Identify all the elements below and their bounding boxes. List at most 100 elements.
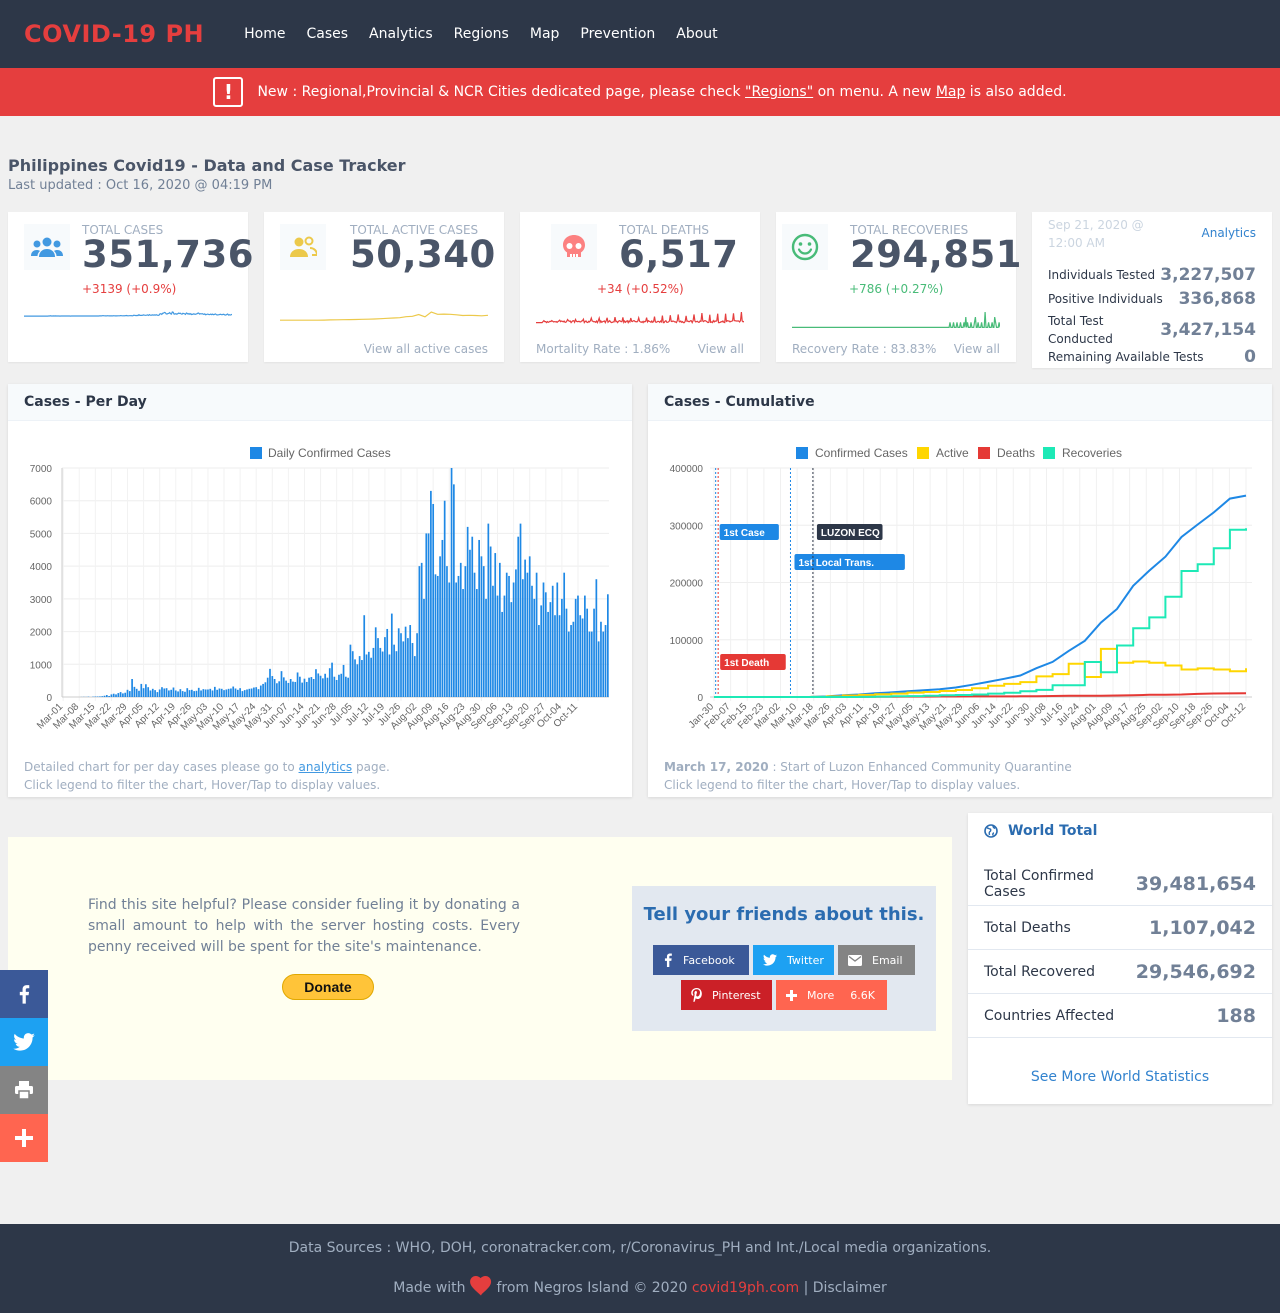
- bar: [577, 595, 579, 697]
- y-tick-label: 200000: [670, 579, 704, 590]
- bar: [498, 562, 501, 697]
- share-twitter-button[interactable]: Twitter: [753, 945, 834, 975]
- twitter-icon: [763, 954, 777, 966]
- bar: [135, 688, 138, 697]
- annotation-label: LUZON ECQ: [821, 528, 880, 539]
- bar: [503, 595, 506, 697]
- nav-home[interactable]: Home: [244, 26, 285, 42]
- announcement-banner: ! New : Regional,Provincial & NCR Cities…: [0, 68, 1280, 116]
- bar: [450, 468, 453, 697]
- view-all-active-link[interactable]: View all active cases: [364, 342, 488, 356]
- bar: [400, 633, 402, 697]
- bar: [593, 608, 595, 697]
- donate-button[interactable]: Donate: [282, 974, 374, 1000]
- share-facebook-button[interactable]: Facebook: [653, 945, 749, 975]
- share-more-button[interactable]: More 6.6K: [776, 980, 887, 1010]
- bar: [370, 657, 372, 697]
- bar: [607, 594, 609, 697]
- side-facebook-button[interactable]: [0, 970, 48, 1018]
- nav-prevention[interactable]: Prevention: [580, 26, 655, 42]
- bar: [538, 625, 540, 697]
- navbar: COVID-19 PH Home Cases Analytics Regions…: [0, 0, 1280, 68]
- bar: [122, 693, 124, 697]
- side-twitter-button[interactable]: [0, 1018, 48, 1066]
- nav-cases[interactable]: Cases: [306, 26, 348, 42]
- total-recoveries-card: TOTAL RECOVERIES 294,851 +786 (+0.27%) R…: [776, 212, 1022, 362]
- regions-link[interactable]: "Regions": [745, 84, 813, 100]
- separator: |: [803, 1280, 809, 1296]
- bar: [604, 625, 607, 697]
- view-all-deaths-link[interactable]: View all: [698, 342, 744, 356]
- bar: [253, 687, 255, 697]
- footer-hint: Click legend to filter the chart, Hover/…: [24, 778, 381, 792]
- bar: [565, 608, 568, 697]
- brand-logo[interactable]: COVID-19 PH: [24, 20, 204, 48]
- bar: [186, 688, 189, 697]
- side-print-button[interactable]: [0, 1066, 48, 1114]
- bar: [285, 680, 287, 697]
- bar: [377, 638, 379, 697]
- bar: [262, 683, 264, 697]
- share-label: Pinterest: [712, 988, 761, 1002]
- email-icon: [848, 954, 862, 966]
- bar: [547, 611, 549, 697]
- bar: [443, 500, 446, 697]
- bar: [480, 556, 483, 697]
- map-link[interactable]: Map: [936, 84, 966, 100]
- bar: [147, 687, 150, 697]
- bar: [128, 691, 131, 697]
- bar: [119, 692, 122, 697]
- tests-analytics-link[interactable]: Analytics: [1202, 226, 1257, 240]
- panel-footer: Detailed chart for per day cases please …: [24, 758, 390, 794]
- bar: [602, 631, 605, 697]
- nav-analytics[interactable]: Analytics: [369, 26, 433, 42]
- bar: [446, 566, 448, 697]
- view-all-recoveries-link[interactable]: View all: [954, 342, 1000, 356]
- bar: [232, 686, 235, 697]
- bar: [542, 582, 545, 697]
- y-tick-label: 4000: [30, 562, 53, 573]
- share-pinterest-button[interactable]: Pinterest: [681, 980, 772, 1010]
- bar: [181, 691, 184, 697]
- bar: [154, 690, 156, 697]
- from-text: from Negros Island © 2020: [496, 1280, 688, 1296]
- nav-about[interactable]: About: [676, 26, 717, 42]
- per-day-chart[interactable]: Daily Confirmed Cases 0 1000 2000 3000 4000 50…: [8, 421, 632, 756]
- bar: [319, 675, 322, 697]
- stat-change: +3139 (+0.9%): [82, 282, 177, 296]
- chart-legend[interactable]: Confirmed Cases Active Deaths Recoveries: [796, 446, 1122, 460]
- analytics-link[interactable]: analytics: [299, 760, 353, 774]
- bar: [305, 681, 308, 697]
- bar: [101, 696, 104, 697]
- bar: [149, 690, 152, 697]
- y-tick-label: 7000: [30, 464, 53, 475]
- bar: [526, 572, 529, 697]
- disclaimer-link[interactable]: Disclaimer: [813, 1280, 887, 1296]
- bar: [177, 691, 179, 697]
- tests-row: Individuals Tested 3,227,507: [1048, 265, 1256, 285]
- world-row: Total Confirmed Cases 39,481,654: [968, 862, 1272, 906]
- bar: [430, 490, 432, 697]
- side-more-button[interactable]: [0, 1114, 48, 1162]
- chart-legend[interactable]: Daily Confirmed Cases: [250, 446, 391, 460]
- data-sources: Data Sources : WHO, DOH, coronatracker.c…: [288, 1240, 992, 1256]
- nav-map[interactable]: Map: [530, 26, 560, 42]
- bar: [342, 664, 345, 697]
- bar: [193, 691, 196, 697]
- nav-regions[interactable]: Regions: [454, 26, 509, 42]
- share-email-button[interactable]: Email: [838, 945, 915, 975]
- last-updated: Last updated : Oct 16, 2020 @ 04:19 PM: [8, 178, 273, 193]
- site-link[interactable]: covid19ph.com: [692, 1280, 799, 1296]
- bar: [453, 484, 455, 697]
- bar: [478, 539, 480, 697]
- bar: [99, 696, 101, 697]
- per-day-panel: Cases - Per Day Daily Confirmed Cases 0 10…: [8, 384, 632, 797]
- bar: [544, 592, 547, 697]
- legend-swatch: [978, 447, 990, 459]
- world-stats-link[interactable]: See More World Statistics: [968, 1069, 1272, 1085]
- bar: [184, 691, 186, 697]
- world-row-label: Countries Affected: [984, 1007, 1115, 1024]
- cumulative-chart[interactable]: Confirmed Cases Active Deaths Recoveries 0 10…: [648, 421, 1272, 756]
- bar: [384, 637, 386, 697]
- bar: [505, 572, 508, 697]
